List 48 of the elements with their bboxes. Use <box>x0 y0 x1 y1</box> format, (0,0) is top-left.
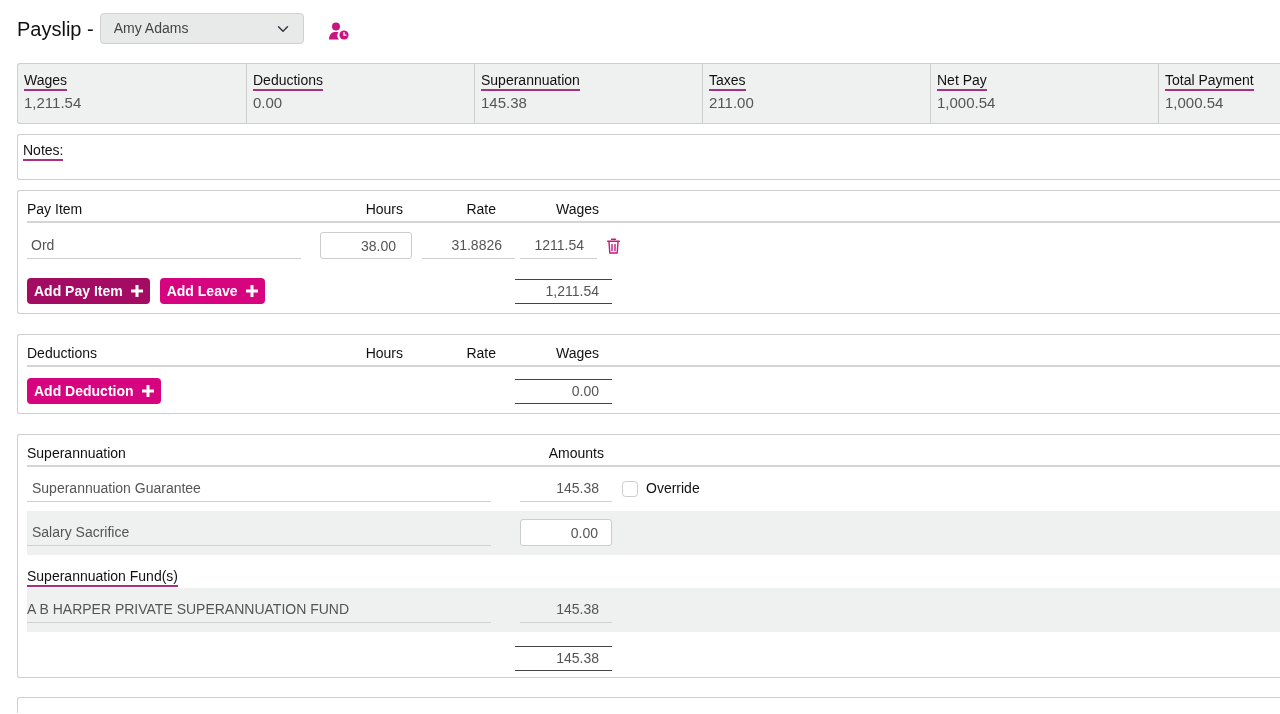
summary-label: Taxes <box>709 72 746 91</box>
summary-label: Net Pay <box>937 72 987 91</box>
column-header: Hours <box>365 344 403 361</box>
summary-value: 1,000.54 <box>937 94 996 112</box>
summary-label: Superannuation <box>481 72 580 91</box>
summary-value: 211.00 <box>709 94 754 112</box>
column-header: Hours <box>365 200 403 217</box>
column-header: Superannuation <box>27 444 126 461</box>
amount-input[interactable]: 0.00 <box>520 519 612 546</box>
summary-label: Deductions <box>253 72 324 91</box>
column-header: Pay Item <box>27 200 83 217</box>
override-label[interactable]: Override <box>646 478 700 499</box>
total-amount: 1,211.54 <box>515 278 612 304</box>
page-title: Payslip - <box>17 16 94 42</box>
column-header: Rate <box>466 200 496 217</box>
summary-value: 0.00 <box>253 94 283 112</box>
notes-label: Notes: <box>23 142 64 161</box>
column-header: Wages <box>555 200 599 217</box>
summary-value: 1,211.54 <box>24 94 82 112</box>
hours-input[interactable]: 38.00 <box>320 232 412 259</box>
amount-field: 145.38 <box>520 475 612 502</box>
column-header: Wages <box>555 344 599 361</box>
column-header: Amounts <box>548 444 604 461</box>
fund-name-field: A B HARPER PRIVATE SUPERANNUATION FUND <box>27 596 491 623</box>
super-item-field: Superannuation Guarantee <box>27 475 491 502</box>
plus-icon <box>141 385 154 397</box>
summary-value: 145.38 <box>481 94 527 112</box>
summary-label: Wages <box>24 72 68 91</box>
wages-field: 1211.54 <box>520 232 597 259</box>
add-button[interactable]: Add Deduction <box>27 378 161 404</box>
column-header: Rate <box>466 344 496 361</box>
user-clock-icon[interactable] <box>328 21 349 40</box>
pay-item-field[interactable]: Ord <box>27 232 301 259</box>
plus-icon <box>245 285 258 297</box>
employee-select[interactable]: Amy Adams <box>99 13 304 44</box>
amount-field: 145.38 <box>520 596 612 623</box>
add-button[interactable]: Add Leave <box>159 278 265 304</box>
summary-value: 1,000.54 <box>1165 94 1224 112</box>
super-item-field: Salary Sacrifice <box>27 519 491 546</box>
trash-icon[interactable] <box>607 237 620 254</box>
total-amount: 0.00 <box>515 378 612 404</box>
total-amount: 145.38 <box>515 646 612 671</box>
add-button[interactable]: Add Pay Item <box>27 278 150 304</box>
rate-field: 31.8826 <box>422 232 515 259</box>
summary-label: Total Payment <box>1165 72 1254 91</box>
plus-icon <box>130 285 143 297</box>
override-checkbox[interactable] <box>622 480 638 497</box>
column-header: Deductions <box>27 344 98 361</box>
